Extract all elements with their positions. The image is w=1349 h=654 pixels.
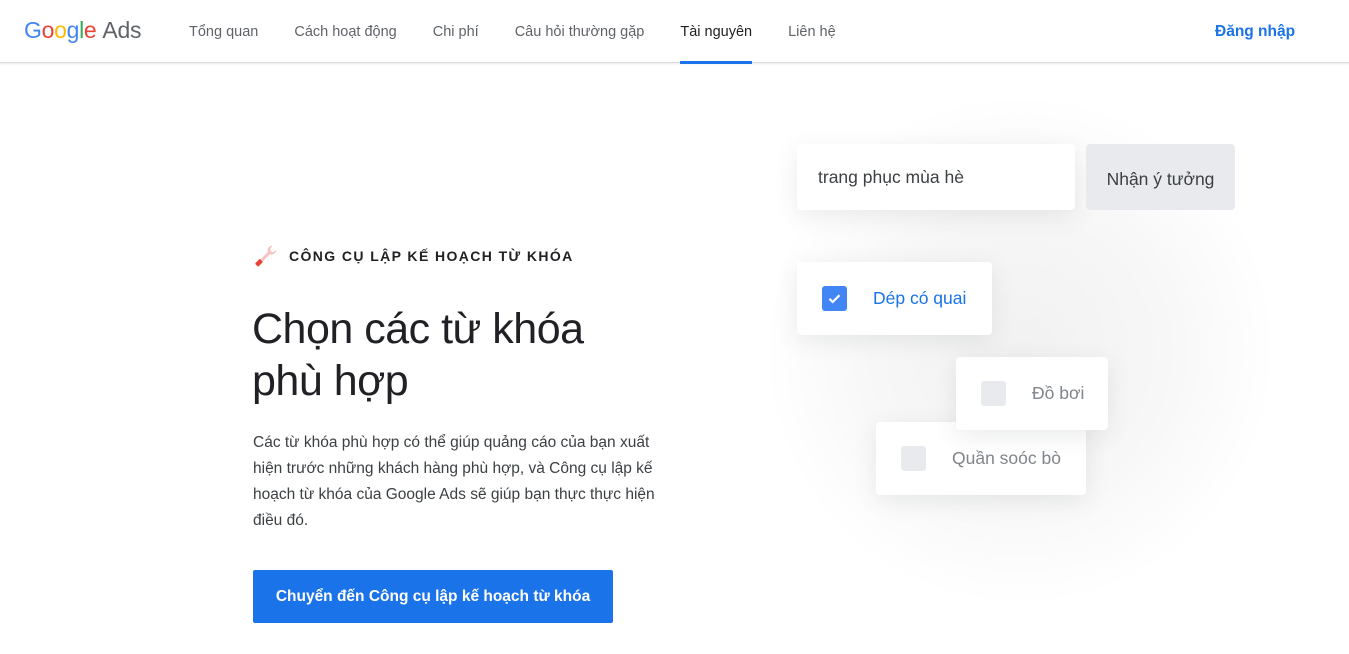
keyword-label: Đồ bơi [1032, 383, 1085, 403]
nav-item-overview[interactable]: Tổng quan [189, 0, 258, 63]
checkbox-unchecked[interactable] [901, 446, 926, 471]
google-ads-logo[interactable]: Google Ads [24, 17, 141, 44]
keyword-label: Dép có quai [873, 288, 967, 308]
nav-item-resources[interactable]: Tài nguyên [680, 0, 752, 64]
keyword-option-swimwear[interactable]: Đồ bơi [956, 357, 1108, 430]
page-title-line-2: phù hợp [252, 357, 409, 405]
wrench-icon [255, 245, 277, 267]
keyword-label: Quần soóc bò [952, 448, 1061, 468]
checkmark-icon [828, 294, 841, 304]
page-title-line-1: Chọn các từ khóa [252, 305, 584, 353]
hero-description: Các từ khóa phù hợp có thể giúp quảng cá… [253, 434, 655, 529]
checkbox-checked[interactable] [822, 286, 847, 311]
nav-item-cost[interactable]: Chi phí [433, 0, 479, 63]
keyword-search-input[interactable]: trang phục mùa hè [797, 144, 1075, 210]
top-navigation-bar: Google Ads Tổng quan Cách hoạt động Chi p… [0, 0, 1349, 64]
eyebrow-text: CÔNG CỤ LẬP KẾ HOẠCH TỪ KHÓA [289, 248, 574, 264]
checkbox-unchecked[interactable] [981, 381, 1006, 406]
page-title: Chọn các từ khóa phù hợp [252, 303, 672, 407]
nav-item-faq[interactable]: Câu hỏi thường gặp [515, 0, 645, 63]
nav-item-contact[interactable]: Liên hệ [788, 0, 836, 63]
sign-in-link[interactable]: Đăng nhập [1215, 0, 1295, 63]
eyebrow: CÔNG CỤ LẬP KẾ HOẠCH TỪ KHÓA [253, 243, 574, 269]
keyword-option-denim-shorts[interactable]: Quần soóc bò [876, 422, 1086, 495]
get-ideas-button[interactable]: Nhận ý tưởng [1086, 144, 1235, 210]
keyword-option-sandals[interactable]: Dép có quai [797, 262, 992, 335]
nav-item-how-it-works[interactable]: Cách hoạt động [294, 0, 396, 63]
main-nav: Tổng quan Cách hoạt động Chi phí Câu hỏi… [189, 0, 872, 64]
go-to-keyword-planner-button[interactable]: Chuyển đến Công cụ lập kế hoạch từ khóa [253, 570, 613, 623]
